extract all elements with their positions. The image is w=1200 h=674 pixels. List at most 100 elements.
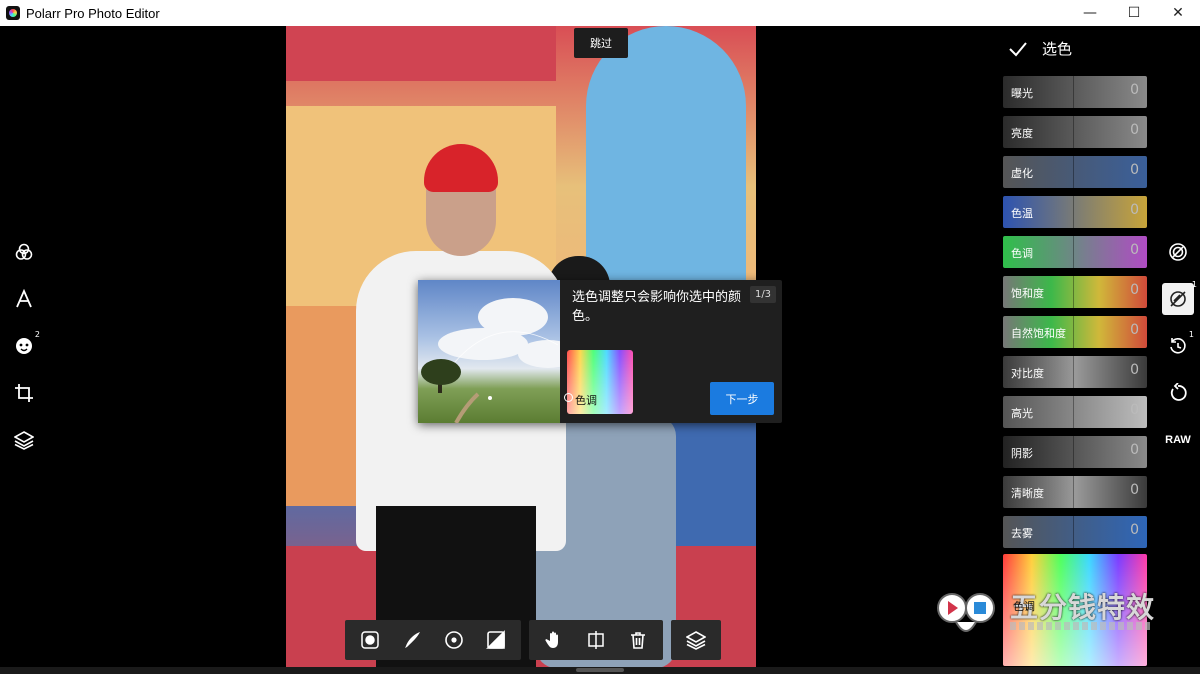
selective-color-button[interactable]: 1 bbox=[1162, 280, 1197, 315]
slider-9[interactable]: 阴影 0 bbox=[1003, 436, 1147, 468]
maximize-button[interactable]: ☐ bbox=[1112, 0, 1156, 26]
brush-button[interactable] bbox=[395, 623, 429, 657]
crop-icon bbox=[15, 384, 33, 402]
brush-icon bbox=[405, 632, 420, 648]
compare-icon bbox=[588, 631, 604, 649]
watermark-subtext bbox=[1010, 622, 1150, 630]
reset-icon bbox=[1170, 383, 1187, 401]
window-title: Polarr Pro Photo Editor bbox=[26, 5, 160, 21]
slider-value: 0 bbox=[1130, 402, 1139, 418]
crop-button[interactable] bbox=[8, 377, 40, 409]
slider-label: 去雾 bbox=[1011, 527, 1033, 540]
filters-button[interactable] bbox=[8, 236, 40, 268]
slider-value: 0 bbox=[1130, 522, 1139, 538]
slider-label: 色调 bbox=[1011, 247, 1033, 260]
slider-value: 0 bbox=[1130, 322, 1139, 338]
slider-center-mark bbox=[1073, 196, 1074, 228]
slider-5[interactable]: 饱和度 0 bbox=[1003, 276, 1147, 308]
slider-11[interactable]: 去雾 0 bbox=[1003, 516, 1147, 548]
slider-value: 0 bbox=[1130, 122, 1139, 138]
trash-icon bbox=[631, 632, 645, 649]
tree-illustration bbox=[421, 331, 559, 423]
selective-color-icon bbox=[1170, 291, 1186, 307]
slider-value: 0 bbox=[1130, 482, 1139, 498]
slider-value: 0 bbox=[1130, 162, 1139, 178]
radial-icon bbox=[445, 631, 463, 649]
compare-button[interactable] bbox=[579, 623, 613, 657]
confirm-check-icon[interactable] bbox=[1008, 39, 1028, 59]
slider-label: 虚化 bbox=[1011, 167, 1033, 180]
text-button[interactable] bbox=[8, 283, 40, 315]
slider-center-mark bbox=[1073, 116, 1074, 148]
raw-label: RAW bbox=[1165, 434, 1191, 446]
slider-label: 自然饱和度 bbox=[1011, 327, 1066, 340]
pan-button[interactable] bbox=[537, 623, 571, 657]
slider-center-mark bbox=[1073, 76, 1074, 108]
watermark: 五分钱特效 bbox=[930, 586, 1180, 646]
slider-8[interactable]: 高光 0 bbox=[1003, 396, 1147, 428]
slider-value: 0 bbox=[1130, 442, 1139, 458]
close-button[interactable]: ✕ bbox=[1156, 0, 1200, 26]
slider-2[interactable]: 虚化 0 bbox=[1003, 156, 1147, 188]
slider-label: 曝光 bbox=[1011, 87, 1033, 100]
minimize-button[interactable]: — bbox=[1068, 0, 1112, 26]
face-icon bbox=[16, 338, 32, 354]
app-logo-icon bbox=[6, 6, 20, 20]
title-bar: Polarr Pro Photo Editor — ☐ ✕ bbox=[0, 0, 1200, 26]
hue-picker-label: 色调 bbox=[1013, 600, 1035, 613]
tutorial-page-indicator: 1/3 bbox=[750, 286, 776, 303]
layers-group bbox=[671, 620, 721, 660]
slider-label: 饱和度 bbox=[1011, 287, 1044, 300]
slider-3[interactable]: 色温 0 bbox=[1003, 196, 1147, 228]
adjust-icon bbox=[1169, 243, 1187, 261]
delete-button[interactable] bbox=[621, 623, 655, 657]
slider-0[interactable]: 曝光 0 bbox=[1003, 76, 1147, 108]
slider-value: 0 bbox=[1130, 82, 1139, 98]
next-step-button[interactable]: 下一步 bbox=[710, 382, 774, 415]
slider-center-mark bbox=[1073, 276, 1074, 308]
history-button[interactable]: 1 bbox=[1162, 330, 1194, 362]
slider-7[interactable]: 对比度 0 bbox=[1003, 356, 1147, 388]
tutorial-popup: 选色调整只会影响你选中的颜色。 1/3 色调 下一步 bbox=[418, 280, 782, 423]
radial-button[interactable] bbox=[437, 623, 471, 657]
face-badge: 2 bbox=[34, 330, 40, 339]
panel-title: 选色 bbox=[1042, 40, 1073, 58]
slider-1[interactable]: 亮度 0 bbox=[1003, 116, 1147, 148]
text-icon bbox=[16, 289, 32, 308]
tutorial-text: 选色调整只会影响你选中的颜色。 bbox=[572, 290, 742, 324]
mask-tools-group bbox=[345, 620, 521, 660]
slider-center-mark bbox=[1073, 516, 1074, 548]
slider-label: 阴影 bbox=[1011, 447, 1033, 460]
adjust-button[interactable] bbox=[1162, 236, 1194, 268]
slider-value: 0 bbox=[1130, 282, 1139, 298]
skip-button[interactable]: 跳过 bbox=[574, 28, 628, 58]
selective-color-badge: 1 bbox=[1191, 280, 1197, 289]
face-button[interactable]: 2 bbox=[8, 330, 40, 362]
mural-shape bbox=[286, 26, 556, 81]
slider-center-mark bbox=[1073, 436, 1074, 468]
select-region-button[interactable] bbox=[353, 623, 387, 657]
gradient-icon bbox=[486, 630, 505, 649]
layers-button[interactable] bbox=[8, 424, 40, 456]
slider-center-mark bbox=[1073, 236, 1074, 268]
watermark-logo-icon bbox=[937, 593, 995, 632]
slider-label: 色温 bbox=[1011, 207, 1033, 220]
slider-10[interactable]: 清晰度 0 bbox=[1003, 476, 1147, 508]
left-toolbar: 2 bbox=[8, 236, 40, 471]
slider-value: 0 bbox=[1130, 202, 1139, 218]
hue-picker-dot bbox=[564, 393, 573, 402]
slider-4[interactable]: 色调 0 bbox=[1003, 236, 1147, 268]
raw-button[interactable]: RAW bbox=[1162, 424, 1194, 456]
panel-header: 选色 bbox=[1008, 38, 1072, 59]
history-badge: 1 bbox=[1188, 330, 1194, 339]
gradient-button[interactable] bbox=[479, 623, 513, 657]
adjustment-sliders: 曝光 0 亮度 0 虚化 0 色温 0 色调 0 饱和度 0 自然饱和度 0 对比度 0 高光 0 阴影 0 清晰度 0 去… bbox=[1003, 76, 1147, 556]
filters-icon bbox=[15, 243, 33, 260]
edit-tools-group bbox=[529, 620, 663, 660]
hue-label: 色调 bbox=[575, 394, 597, 407]
reset-button[interactable] bbox=[1162, 377, 1194, 409]
mask-layers-button[interactable] bbox=[679, 623, 713, 657]
slider-6[interactable]: 自然饱和度 0 bbox=[1003, 316, 1147, 348]
scroll-handle[interactable] bbox=[576, 668, 624, 672]
slider-label: 清晰度 bbox=[1011, 487, 1044, 500]
